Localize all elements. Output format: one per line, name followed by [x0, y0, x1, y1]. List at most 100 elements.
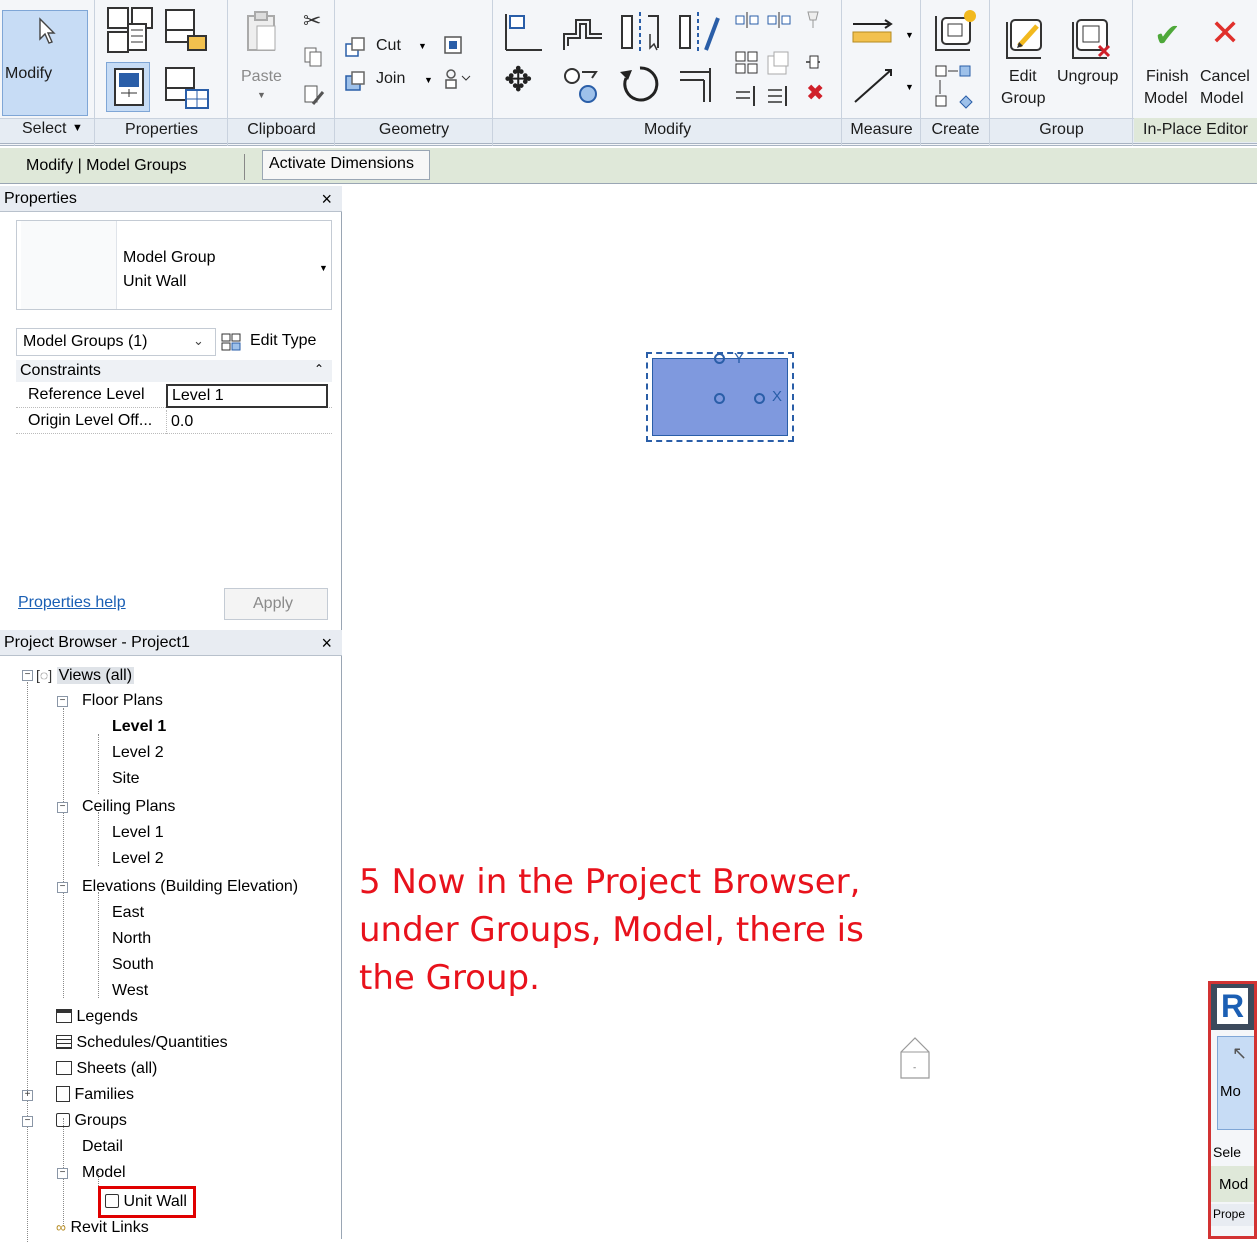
delete-icon[interactable]: ✖	[806, 80, 824, 106]
tree-item-floor-plan-level-1[interactable]: Level 1	[112, 716, 166, 742]
split-with-gap-icon[interactable]	[766, 10, 792, 30]
select-panel: Modify Select ▼	[0, 0, 95, 146]
origin-y-grip-icon[interactable]	[714, 353, 725, 364]
collapse-toggle[interactable]: −	[57, 1168, 68, 1179]
geometry-panel: Cut ▼ Join ▼ Geometry	[336, 0, 493, 146]
close-icon[interactable]: ×	[321, 630, 332, 656]
family-types-icon[interactable]	[162, 6, 210, 54]
tree-item-unit-wall[interactable]: Unit Wall	[98, 1186, 196, 1218]
copy-element-icon[interactable]	[560, 64, 604, 108]
edit-group-button[interactable]: Edit Group	[997, 10, 1053, 110]
properties-palette: Properties × Model Group Unit Wall ▼ Mod…	[0, 186, 342, 630]
tree-item-ceiling-plans[interactable]: Ceiling Plans	[82, 796, 175, 822]
wall-joins-icon[interactable]	[442, 34, 464, 56]
tree-item-ceiling-level-1[interactable]: Level 1	[112, 822, 164, 848]
rotate-icon[interactable]	[618, 62, 662, 108]
array-icon[interactable]	[734, 50, 760, 76]
origin-grip-icon[interactable]	[714, 393, 725, 404]
create-group-icon[interactable]	[930, 6, 980, 56]
pin-icon[interactable]	[802, 50, 824, 74]
type-selector-icon[interactable]	[162, 62, 212, 112]
tree-item-south[interactable]: South	[112, 954, 154, 980]
mirror-pick-axis-icon[interactable]	[618, 10, 664, 54]
drawing-area[interactable]: Y X 5 Now in the Project Browser, under …	[343, 186, 1257, 1239]
collapse-toggle[interactable]: −	[22, 670, 33, 681]
join-geometry-button[interactable]: Join ▼	[344, 68, 434, 94]
tree-item-schedules[interactable]: Schedules/Quantities	[56, 1032, 228, 1058]
ungroup-button[interactable]: Ungroup	[1057, 10, 1129, 110]
model-group-unit-wall[interactable]: Y X	[646, 350, 794, 442]
constraints-label: Constraints	[20, 362, 101, 379]
tree-item-model[interactable]: Model	[82, 1162, 126, 1188]
measure-along-element-icon[interactable]	[849, 64, 899, 108]
mirror-draw-axis-icon[interactable]	[676, 10, 722, 54]
properties-toggle-button[interactable]	[106, 62, 150, 112]
ungroup-icon	[1072, 19, 1111, 59]
activate-dimensions-button[interactable]: Activate Dimensions	[262, 150, 430, 180]
type-properties-icon[interactable]	[106, 6, 154, 54]
tree-item-north[interactable]: North	[112, 928, 151, 954]
type-preview-image	[21, 221, 117, 309]
cursor-arrow-icon	[39, 17, 56, 44]
constraints-section-header[interactable]: Constraints ⌃	[16, 360, 332, 382]
copy-icon[interactable]	[303, 46, 323, 68]
modify-panel-label: Modify	[643, 121, 692, 138]
extend-multiple-icon[interactable]	[766, 84, 792, 108]
collapse-toggle[interactable]: −	[57, 696, 68, 707]
chevron-down-icon: ⌄	[193, 333, 204, 348]
measure-between-references-icon[interactable]	[849, 16, 899, 46]
type-selector[interactable]: Model Group Unit Wall ▼	[16, 220, 332, 310]
tree-item-views-all[interactable]: [◌] Views (all)	[36, 664, 135, 690]
select-dropdown[interactable]: Select ▼	[0, 118, 95, 144]
unpin-icon[interactable]	[802, 8, 824, 30]
close-icon[interactable]: ×	[321, 186, 332, 212]
split-element-icon[interactable]	[734, 10, 760, 30]
tree-item-families[interactable]: Families	[56, 1084, 134, 1110]
tree-item-label: Groups	[74, 1112, 127, 1129]
tree-item-revit-links[interactable]: ∞ Revit Links	[56, 1216, 149, 1242]
expand-toggle[interactable]: +	[22, 1090, 33, 1101]
modify-label: Modify	[5, 65, 53, 82]
tree-item-groups[interactable]: Groups	[56, 1110, 127, 1136]
tree-item-detail[interactable]: Detail	[82, 1136, 123, 1162]
elevation-marker-icon[interactable]: -	[899, 1034, 931, 1080]
split-face-icon[interactable]	[442, 68, 472, 90]
tree-item-legends[interactable]: Legends	[56, 1006, 138, 1032]
cut-icon[interactable]: ✂	[303, 8, 321, 34]
reference-level-field[interactable]: Level 1	[166, 384, 328, 408]
tree-item-sheets[interactable]: Sheets (all)	[56, 1058, 157, 1084]
tree-item-west[interactable]: West	[112, 980, 148, 1006]
tree-item-east[interactable]: East	[112, 902, 144, 928]
create-similar-icon[interactable]	[932, 62, 978, 112]
cut-geometry-button[interactable]: Cut ▼	[344, 34, 434, 60]
family-icon	[56, 1086, 70, 1102]
origin-x-grip-icon[interactable]	[754, 393, 765, 404]
collapse-toggle[interactable]: −	[57, 882, 68, 893]
cancel-model-button[interactable]: ✕ Cancel Model	[1196, 10, 1256, 110]
scale-icon[interactable]	[766, 50, 792, 76]
paste-button[interactable]: Paste ▼	[233, 8, 289, 108]
chevron-down-icon: ▼	[905, 30, 914, 40]
divider	[244, 154, 245, 180]
properties-help-link[interactable]: Properties help	[18, 594, 126, 612]
edit-type-button[interactable]: Edit Type	[218, 328, 330, 356]
tree-item-elevations[interactable]: Elevations (Building Elevation)	[82, 876, 298, 902]
finish-model-button[interactable]: ✔ Finish Model	[1140, 10, 1196, 110]
match-properties-icon[interactable]	[303, 84, 325, 108]
offset-icon[interactable]	[560, 10, 606, 54]
instance-filter-dropdown[interactable]: Model Groups (1) ⌄	[16, 328, 216, 356]
tree-item-floor-plan-level-2[interactable]: Level 2	[112, 742, 164, 768]
trim-extend-icon[interactable]	[676, 62, 720, 106]
group-icon	[56, 1113, 70, 1127]
tree-item-site[interactable]: Site	[112, 768, 140, 794]
tree-item-floor-plans[interactable]: Floor Plans	[82, 690, 163, 716]
collapse-toggle[interactable]: −	[22, 1116, 33, 1127]
move-icon[interactable]: ✥	[504, 60, 533, 100]
tree-item-ceiling-level-2[interactable]: Level 2	[112, 848, 164, 874]
align-icon[interactable]	[502, 10, 546, 54]
collapse-toggle[interactable]: −	[57, 802, 68, 813]
modify-button[interactable]: Modify	[2, 10, 88, 116]
trim-multiple-icon[interactable]	[734, 84, 760, 108]
apply-button[interactable]: Apply	[224, 588, 328, 620]
origin-level-offset-field[interactable]: 0.0	[166, 410, 328, 434]
